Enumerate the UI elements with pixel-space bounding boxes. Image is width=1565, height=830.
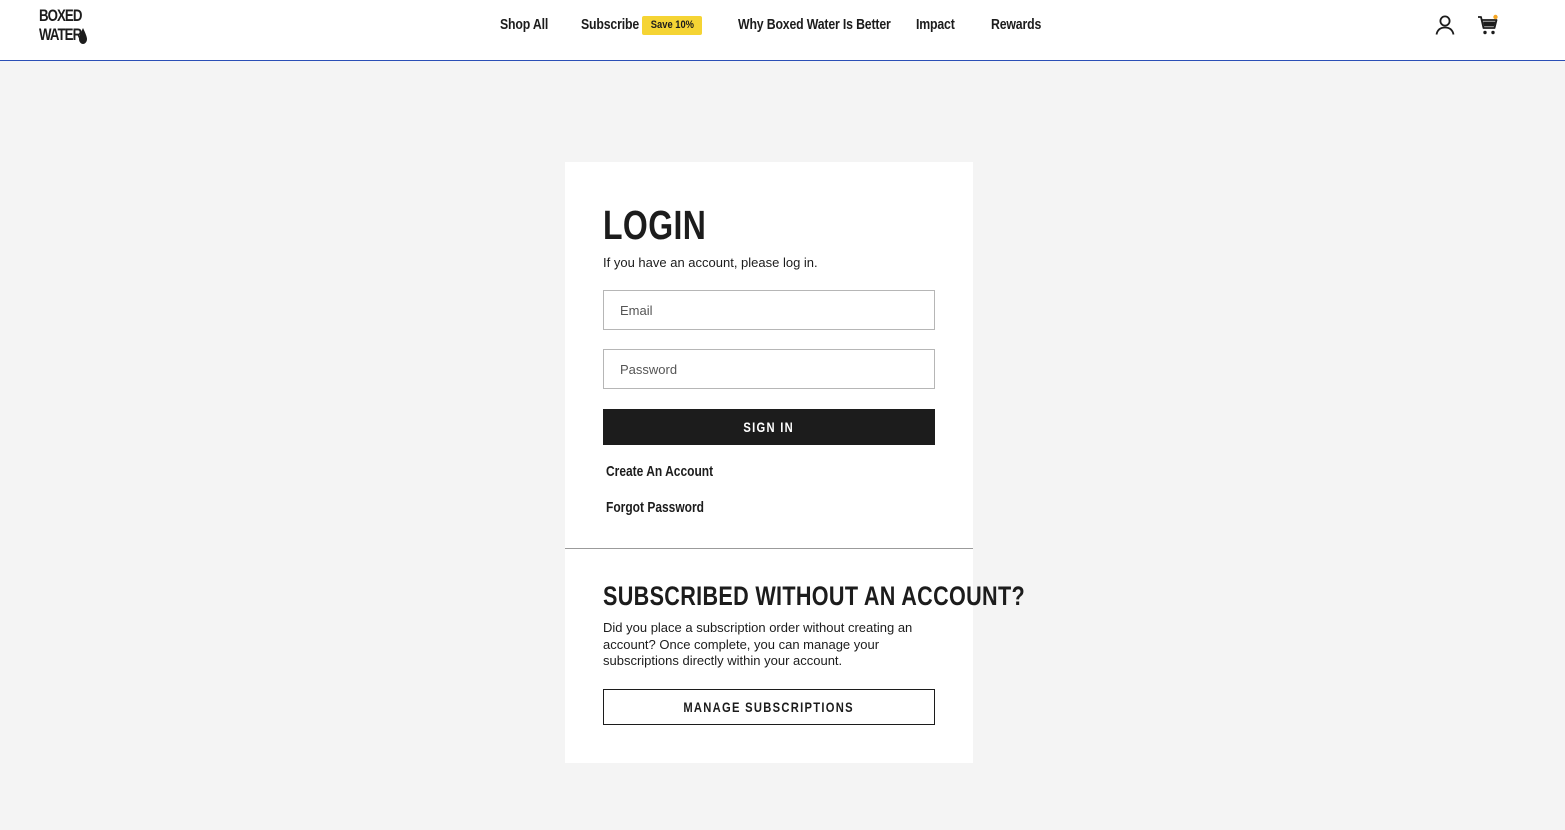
nav-impact[interactable]: Impact [916, 14, 955, 36]
nav-why-boxed-water[interactable]: Why Boxed Water Is Better [738, 14, 891, 36]
site-header: BOXED WATER Shop All Subscribe Save 10% … [0, 0, 1565, 61]
subscribed-title: SUBSCRIBED WITHOUT AN ACCOUNT? [603, 581, 1025, 611]
subscribe-save-badge-label: Save 10% [650, 19, 694, 31]
nav-shop-all[interactable]: Shop All [500, 14, 548, 36]
subscribed-description: Did you place a subscription order witho… [603, 620, 913, 668]
cart-icon[interactable] [1477, 14, 1499, 36]
nav-subscribe[interactable]: Subscribe [581, 14, 639, 36]
login-title: LOGIN [603, 202, 707, 248]
manage-subscriptions-button[interactable]: MANAGE SUBSCRIPTIONS [603, 689, 935, 725]
login-card: LOGIN If you have an account, please log… [565, 162, 1025, 763]
sign-in-button[interactable]: SIGN IN [603, 409, 935, 445]
boxed-water-logo[interactable]: BOXED WATER [39, 6, 82, 46]
logo-line-2: WATER [39, 25, 82, 44]
logo-line-1: BOXED [39, 6, 82, 25]
card-divider [565, 548, 973, 549]
login-subtitle: If you have an account, please log in. [603, 255, 818, 270]
water-drop-icon [79, 28, 87, 44]
manage-subscriptions-button-label: MANAGE SUBSCRIPTIONS [683, 699, 855, 715]
forgot-password-link[interactable]: Forgot Password [606, 498, 704, 518]
subscribe-save-badge[interactable]: Save 10% [642, 16, 702, 35]
create-account-link[interactable]: Create An Account [606, 462, 713, 482]
sign-in-button-label: SIGN IN [743, 419, 795, 435]
user-icon[interactable] [1434, 14, 1456, 36]
password-input[interactable] [603, 349, 935, 389]
email-input[interactable] [603, 290, 935, 330]
nav-rewards[interactable]: Rewards [991, 14, 1041, 36]
